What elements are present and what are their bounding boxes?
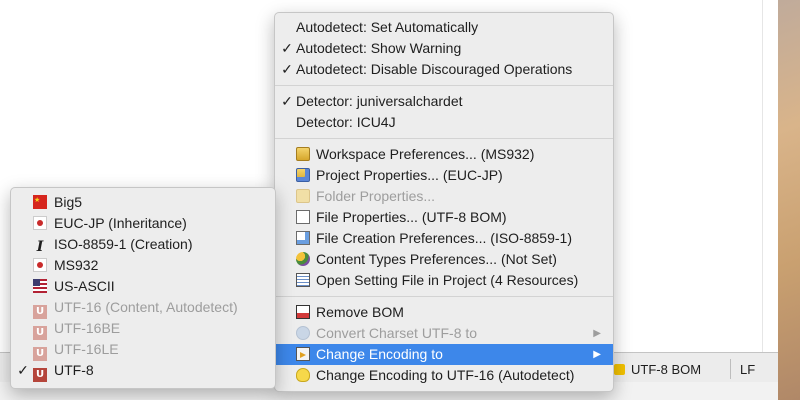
unicode-icon: U [33, 368, 47, 382]
menu-item-remove-bom[interactable]: Remove BOM [275, 302, 613, 323]
menu-item-change-encoding[interactable]: Change Encoding to ▶ [275, 344, 613, 365]
warning-icon [614, 363, 625, 375]
submenu-item-utf-8[interactable]: ✓ U UTF-8 [11, 360, 275, 382]
menu-separator [275, 138, 613, 139]
encoding-context-menu: Autodetect: Set Automatically ✓ Autodete… [274, 12, 614, 392]
submenu-item-label: US-ASCII [54, 278, 115, 294]
submenu-item-utf-16be: U UTF-16BE [11, 318, 275, 340]
check-icon: ✓ [281, 93, 293, 109]
unicode-icon: U [33, 326, 47, 340]
submenu-item-us-ascii[interactable]: US-ASCII [11, 276, 275, 297]
status-separator [730, 359, 731, 379]
menu-item-detector-icu4j[interactable]: Detector: ICU4J [275, 112, 613, 133]
submenu-item-label: ISO-8859-1 (Creation) [54, 236, 193, 252]
menu-item-label: Change Encoding to [316, 346, 443, 362]
us-flag-icon [33, 279, 47, 293]
status-encoding[interactable]: UTF-8 BOM [614, 359, 724, 379]
menu-item-label: File Creation Preferences... (ISO-8859-1… [316, 230, 572, 246]
menu-separator [275, 85, 613, 86]
menu-item-label: Autodetect: Show Warning [296, 40, 462, 56]
remove-bom-icon [296, 305, 310, 319]
submenu-item-euc-jp[interactable]: EUC-JP (Inheritance) [11, 213, 275, 234]
unicode-icon: U [33, 347, 47, 361]
menu-item-label: Remove BOM [316, 304, 404, 320]
menu-item-file-creation-preferences[interactable]: File Creation Preferences... (ISO-8859-1… [275, 228, 613, 249]
menu-item-label: File Properties... (UTF-8 BOM) [316, 209, 507, 225]
submenu-item-utf-16: U UTF-16 (Content, Autodetect) [11, 297, 275, 319]
menu-item-label: Detector: juniversalchardet [296, 93, 463, 109]
menu-item-autodetect-set-automatically[interactable]: Autodetect: Set Automatically [275, 17, 613, 38]
check-icon: ✓ [17, 362, 29, 378]
submenu-item-utf-16le: U UTF-16LE [11, 339, 275, 361]
menu-item-folder-properties: Folder Properties... [275, 186, 613, 207]
lightbulb-icon [296, 368, 310, 382]
menu-item-label: Convert Charset UTF-8 to [316, 325, 478, 341]
unicode-icon: U [33, 305, 47, 319]
menu-item-label: Autodetect: Disable Discouraged Operatio… [296, 61, 573, 77]
change-encoding-submenu: Big5 EUC-JP (Inheritance) I ISO-8859-1 (C… [10, 187, 276, 389]
menu-item-label: Folder Properties... [316, 188, 436, 204]
menu-item-label: Project Properties... (EUC-JP) [316, 167, 503, 183]
editor-scrollbar[interactable] [762, 0, 778, 352]
project-folder-icon [296, 168, 310, 182]
china-flag-icon [33, 190, 47, 211]
menu-item-content-types-preferences[interactable]: Content Types Preferences... (Not Set) [275, 249, 613, 270]
check-icon: ✓ [281, 40, 293, 56]
menu-item-detector-juniversalchardet[interactable]: ✓ Detector: juniversalchardet [275, 91, 613, 112]
submenu-item-label: UTF-16BE [54, 320, 121, 336]
content-types-icon [296, 252, 310, 266]
menu-item-file-properties[interactable]: File Properties... (UTF-8 BOM) [275, 207, 613, 228]
submenu-arrow-icon: ▶ [593, 328, 601, 339]
menu-separator [275, 296, 613, 297]
menu-item-label: Detector: ICU4J [296, 114, 396, 130]
folder-icon [296, 189, 310, 203]
settings-file-icon [296, 273, 310, 287]
submenu-item-label: UTF-16 (Content, Autodetect) [54, 299, 238, 315]
menu-item-label: Autodetect: Set Automatically [296, 19, 479, 35]
menu-item-project-properties[interactable]: Project Properties... (EUC-JP) [275, 165, 613, 186]
check-icon: ✓ [281, 61, 293, 77]
submenu-item-label: UTF-8 [54, 362, 94, 378]
menu-item-label: Open Setting File in Project (4 Resource… [316, 272, 579, 288]
status-encoding-label: UTF-8 BOM [631, 361, 702, 377]
submenu-item-label: MS932 [54, 257, 99, 273]
japan-flag-icon [33, 258, 47, 272]
file-icon [296, 210, 310, 224]
submenu-item-label: Big5 [54, 194, 83, 210]
menu-item-autodetect-disable-discouraged[interactable]: ✓ Autodetect: Disable Discouraged Operat… [275, 59, 613, 80]
latin-l-icon: I [36, 239, 44, 255]
menu-item-open-setting-file[interactable]: Open Setting File in Project (4 Resource… [275, 270, 613, 291]
status-line-ending[interactable]: LF [740, 359, 755, 379]
convert-charset-icon [296, 326, 310, 340]
submenu-item-label: EUC-JP (Inheritance) [54, 215, 187, 231]
submenu-item-big5[interactable]: Big5 [11, 190, 275, 213]
menu-item-convert-charset: Convert Charset UTF-8 to ▶ [275, 323, 613, 344]
menu-item-label: Workspace Preferences... (MS932) [316, 146, 535, 162]
change-encoding-icon [296, 347, 310, 361]
submenu-item-ms932[interactable]: MS932 [11, 255, 275, 276]
menu-item-label: Content Types Preferences... (Not Set) [316, 251, 557, 267]
submenu-arrow-icon: ▶ [593, 349, 601, 360]
submenu-item-label: UTF-16LE [54, 341, 119, 357]
menu-item-autodetect-show-warning[interactable]: ✓ Autodetect: Show Warning [275, 38, 613, 59]
menu-item-change-encoding-utf16[interactable]: Change Encoding to UTF-16 (Autodetect) [275, 365, 613, 386]
menu-item-workspace-preferences[interactable]: Workspace Preferences... (MS932) [275, 144, 613, 165]
file-creation-icon [296, 231, 310, 245]
submenu-item-iso-8859-1[interactable]: I ISO-8859-1 (Creation) [11, 234, 275, 255]
workspace-folder-icon [296, 147, 310, 161]
menu-item-label: Change Encoding to UTF-16 (Autodetect) [316, 367, 575, 383]
japan-flag-icon [33, 216, 47, 230]
